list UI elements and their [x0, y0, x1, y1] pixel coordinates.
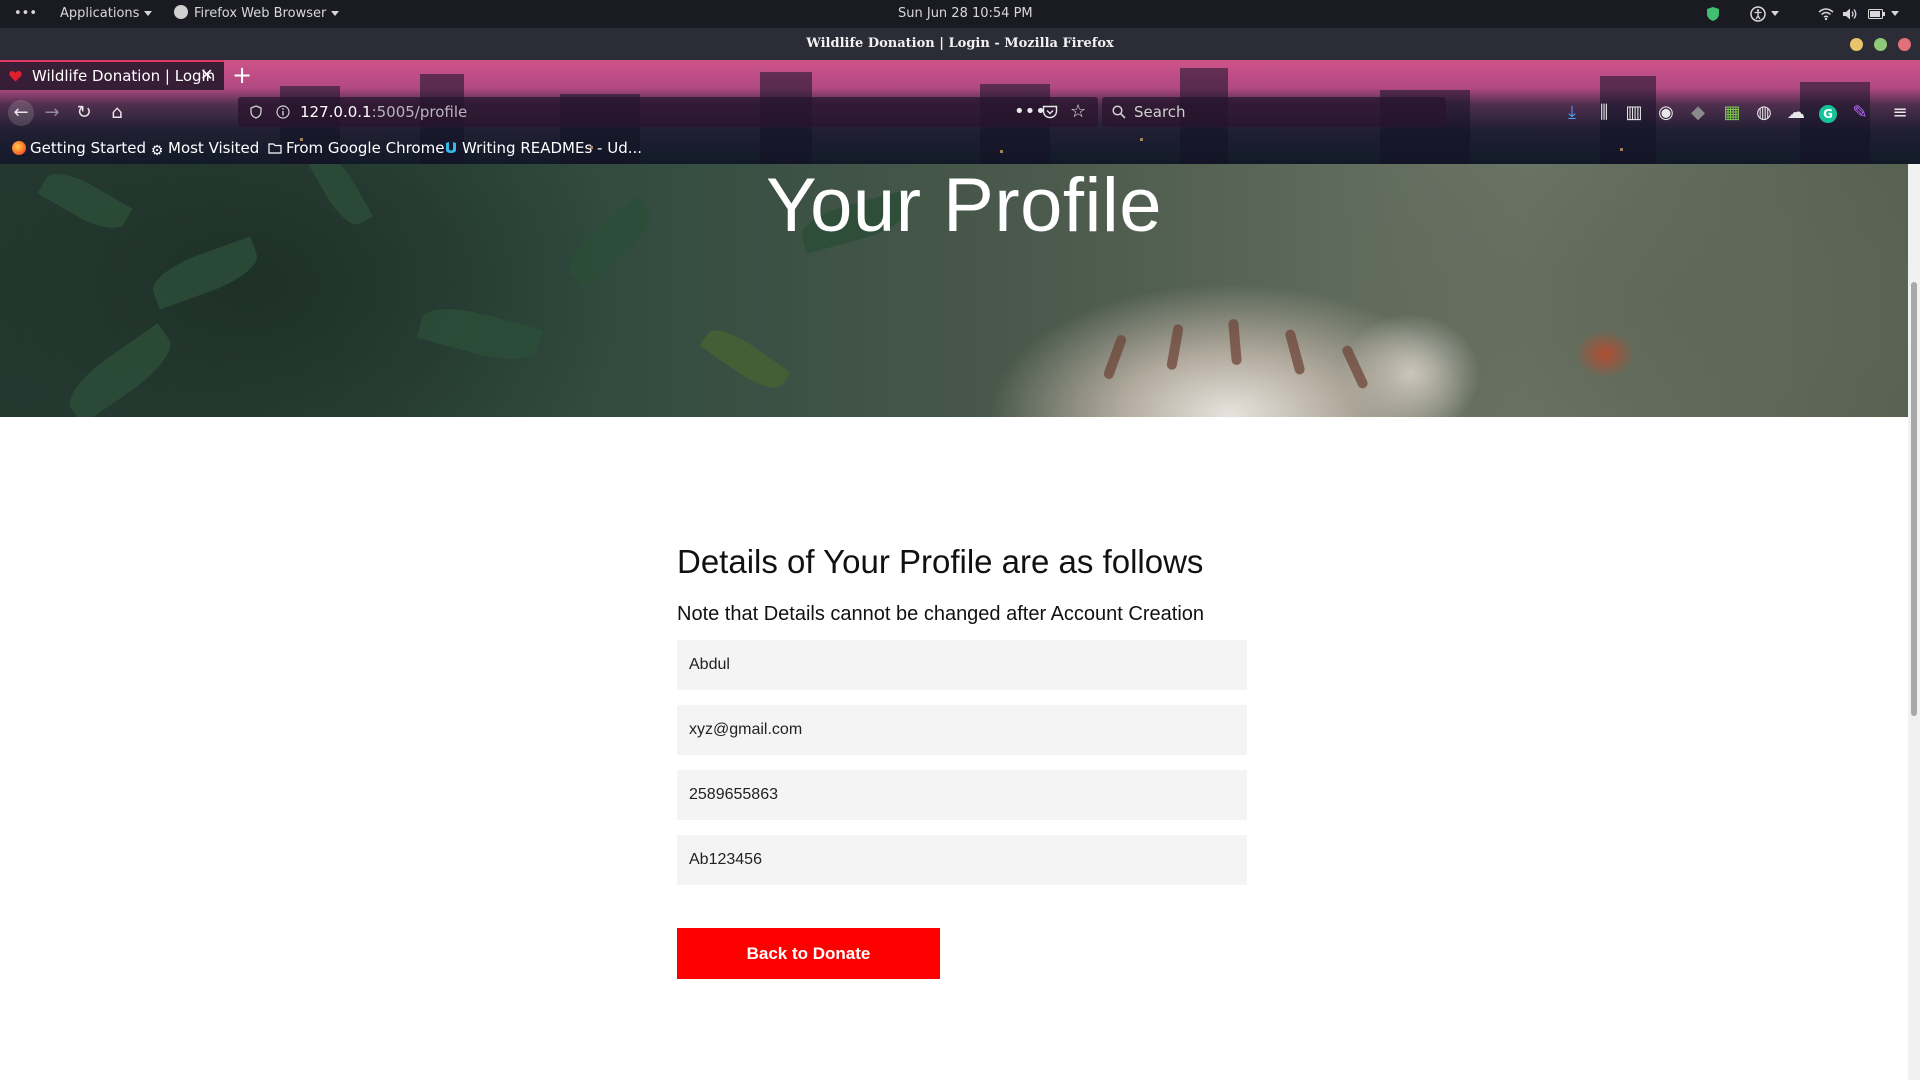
udacity-icon — [446, 142, 456, 153]
bookmark-label: Writing READMEs - Ud... — [462, 139, 643, 157]
menu-icon[interactable]: ≡ — [1888, 102, 1912, 124]
shield-icon[interactable] — [1706, 0, 1720, 28]
bookmark-writing-readmes[interactable]: Writing READMEs - Ud... — [444, 138, 642, 158]
bookmark-label: From Google Chrome — [286, 139, 445, 157]
navigation-toolbar: ← → ↻ ⌂ 127.0.0.1:5005/profile ••• ☆ Sea… — [0, 94, 1920, 132]
account-icon[interactable]: ◉ — [1654, 102, 1678, 124]
hero-decoration — [1228, 318, 1242, 366]
extension-icon[interactable]: ◆ — [1686, 102, 1710, 124]
battery-icon[interactable] — [1868, 0, 1899, 28]
firefox-icon — [12, 141, 26, 155]
wifi-icon[interactable] — [1818, 0, 1834, 28]
bookmark-getting-started[interactable]: Getting Started — [12, 138, 146, 158]
hero-decoration — [59, 323, 181, 417]
new-tab-icon[interactable]: + — [232, 62, 252, 88]
search-bar[interactable]: Search — [1102, 97, 1446, 127]
clock[interactable]: Sun Jun 28 10:54 PM — [898, 0, 1033, 28]
folder-icon — [268, 143, 282, 154]
bookmark-label: Getting Started — [30, 139, 146, 157]
chevron-down-icon — [144, 11, 153, 16]
hero-decoration — [1166, 323, 1184, 371]
close-tab-icon[interactable]: ✕ — [200, 64, 213, 86]
hero-decoration — [416, 299, 544, 369]
email-field[interactable] — [677, 705, 1247, 755]
scrollbar-thumb[interactable] — [1911, 282, 1917, 716]
app-menu[interactable]: Firefox Web Browser — [174, 0, 340, 28]
back-to-donate-button[interactable]: Back to Donate — [677, 928, 940, 979]
page-title: Your Profile — [765, 164, 1163, 248]
back-arrow-icon[interactable]: ← — [8, 100, 34, 126]
applications-label: Applications — [60, 6, 140, 21]
page-scrollbar[interactable] — [1908, 164, 1920, 1080]
window-titlebar: Wildlife Donation | Login - Mozilla Fire… — [0, 28, 1920, 60]
url-text: 127.0.0.1:5005/profile — [300, 97, 467, 127]
phone-field[interactable] — [677, 770, 1247, 820]
applications-menu[interactable]: Applications — [60, 0, 153, 28]
gear-icon: ⚙ — [150, 143, 164, 159]
hero-banner: Your Profile — [0, 164, 1908, 417]
window-title: Wildlife Donation | Login - Mozilla Fire… — [806, 36, 1114, 51]
bookmark-most-visited[interactable]: ⚙ Most Visited — [150, 138, 260, 159]
reload-icon[interactable]: ↻ — [72, 102, 96, 124]
forward-arrow-icon[interactable]: → — [40, 102, 64, 124]
heart-icon — [9, 71, 22, 82]
activities-dots[interactable]: ••• — [14, 0, 37, 28]
bookmark-label: Most Visited — [168, 139, 260, 157]
url-bar[interactable]: 127.0.0.1:5005/profile ••• ☆ — [238, 97, 1098, 127]
extension-meter-icon[interactable]: ▦ — [1720, 102, 1744, 124]
home-icon[interactable]: ⌂ — [105, 102, 129, 124]
pocket-icon[interactable] — [1042, 105, 1058, 119]
name-field[interactable] — [677, 640, 1247, 690]
bookmark-from-google-chrome[interactable]: From Google Chrome — [268, 138, 444, 158]
profile-details-section: Details of Your Profile are as follows N… — [677, 542, 1249, 979]
download-icon[interactable]: ⤓ — [1560, 102, 1584, 124]
profile-note: Note that Details cannot be changed afte… — [677, 603, 1205, 625]
tab-label: Wildlife Donation | Login — [32, 67, 216, 85]
info-icon[interactable] — [276, 105, 290, 119]
chevron-down-icon — [1891, 11, 1899, 16]
library-icon[interactable]: ⫼ — [1592, 102, 1616, 124]
accessibility-icon[interactable] — [1750, 0, 1779, 28]
hero-decoration — [1284, 328, 1306, 376]
minimize-button[interactable] — [1850, 38, 1863, 51]
search-placeholder: Search — [1134, 103, 1186, 121]
sidebar-icon[interactable]: ▥ — [1622, 102, 1646, 124]
search-icon — [1112, 105, 1126, 119]
app-menu-label: Firefox Web Browser — [194, 6, 327, 21]
extension-cloud-icon[interactable]: ☁ — [1784, 102, 1808, 124]
system-top-bar: ••• Applications Firefox Web Browser Sun… — [0, 0, 1920, 28]
volume-icon[interactable] — [1842, 0, 1858, 28]
tab-wildlife-donation[interactable]: Wildlife Donation | Login — [0, 60, 224, 90]
hero-decoration — [699, 320, 791, 398]
url-host: 127.0.0.1 — [300, 103, 372, 121]
browser-chrome: Wildlife Donation | Login ✕ + ← → ↻ ⌂ 12… — [0, 60, 1920, 164]
extension-bulb-icon[interactable]: ◍ — [1752, 102, 1776, 124]
grammarly-icon[interactable]: G — [1816, 102, 1840, 124]
password-field[interactable] — [677, 835, 1247, 885]
maximize-button[interactable] — [1874, 38, 1887, 51]
profile-heading: Details of Your Profile are as follows — [677, 543, 1204, 580]
close-window-button[interactable] — [1898, 38, 1911, 51]
url-path: :5005/profile — [371, 103, 468, 121]
bookmark-star-icon[interactable]: ☆ — [1070, 97, 1086, 127]
hero-decoration — [1340, 344, 1370, 390]
hero-decoration — [1102, 333, 1128, 381]
extension-feather-icon[interactable]: ✎ — [1848, 102, 1872, 124]
tracking-shield-icon[interactable] — [250, 105, 262, 119]
bookmarks-toolbar: Getting Started ⚙ Most Visited From Googl… — [0, 132, 1920, 164]
chevron-down-icon — [1771, 11, 1779, 16]
page-viewport: Your Profile Details of Your Profile are… — [0, 164, 1908, 1080]
firefox-small-icon — [174, 5, 188, 19]
chevron-down-icon — [331, 11, 340, 16]
